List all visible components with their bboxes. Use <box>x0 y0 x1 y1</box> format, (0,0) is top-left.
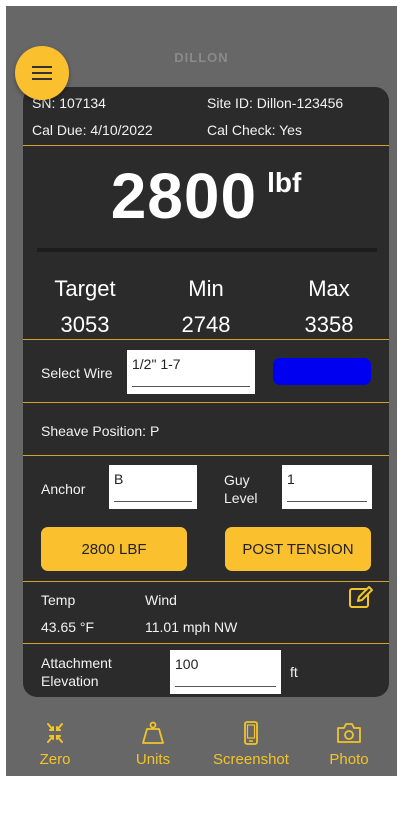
nav-zero-label: Zero <box>39 751 71 768</box>
min-value: 2748 <box>181 312 231 337</box>
max-value: 3358 <box>304 312 354 337</box>
max-label: Max <box>308 276 350 301</box>
cal-check: Cal Check: Yes <box>207 122 302 138</box>
anchor-label: Anchor <box>41 481 86 497</box>
guy-level-label-line2: Level <box>224 490 258 506</box>
anchor-value: B <box>114 471 124 487</box>
site-id: Site ID: Dillon-123456 <box>207 95 344 111</box>
temp-value: 43.65 °F <box>41 619 95 635</box>
nav-photo[interactable]: Photo <box>300 713 398 776</box>
temp-label: Temp <box>41 592 76 608</box>
nav-screenshot[interactable]: Screenshot <box>202 713 300 776</box>
bottom-navigation: Zero Units Screenshot Photo <box>6 713 397 776</box>
divider <box>23 643 389 644</box>
attachment-unit: ft <box>290 664 298 680</box>
phone-screenshot-icon <box>244 721 258 745</box>
field-underline <box>132 386 250 387</box>
zero-icon <box>47 723 63 743</box>
nav-units-label: Units <box>135 751 171 768</box>
camera-icon <box>337 723 361 743</box>
weight-icon <box>142 721 164 744</box>
guy-level-label-line1: Guy <box>224 472 250 488</box>
sheave-position: Sheave Position: P <box>41 423 160 439</box>
post-tension-button[interactable]: POST TENSION <box>225 527 371 571</box>
target-label: Target <box>54 276 116 301</box>
nav-zero[interactable]: Zero <box>6 713 104 776</box>
wire-select-value: 1/2" 1-7 <box>132 356 181 372</box>
hamburger-menu-icon <box>32 66 52 80</box>
edit-weather-button[interactable] <box>348 584 374 610</box>
target-value: 3053 <box>60 312 110 337</box>
menu-button[interactable] <box>15 46 69 100</box>
attachment-label-line1: Attachment <box>41 655 112 671</box>
anchor-input[interactable]: B <box>109 465 197 509</box>
divider <box>23 455 389 456</box>
min-label: Min <box>188 276 224 301</box>
cal-due: Cal Due: 4/10/2022 <box>32 122 153 138</box>
wind-value: 11.01 mph NW <box>145 619 238 635</box>
lbf-button[interactable]: 2800 LBF <box>41 527 187 571</box>
guy-level-input[interactable]: 1 <box>282 465 372 509</box>
nav-screenshot-label: Screenshot <box>213 751 289 768</box>
field-underline <box>175 686 276 687</box>
select-wire-label: Select Wire <box>41 365 113 381</box>
reading-unit: lbf <box>267 167 302 198</box>
divider <box>23 402 389 403</box>
app-screen: DILLON SN: 107134 Site ID: Dillon-123456… <box>6 6 397 776</box>
attachment-elevation-input[interactable]: 100 <box>170 650 281 694</box>
field-underline <box>114 501 192 502</box>
guy-level-value: 1 <box>287 471 295 487</box>
edit-icon <box>349 586 373 608</box>
post-tension-label: POST TENSION <box>242 540 354 558</box>
field-underline <box>287 501 367 502</box>
wire-select[interactable]: 1/2" 1-7 <box>127 350 255 394</box>
attachment-elevation-value: 100 <box>175 656 199 672</box>
lbf-button-label: 2800 LBF <box>81 540 147 558</box>
attachment-label-line2: Elevation <box>41 673 99 689</box>
divider <box>23 145 389 146</box>
reading-separator <box>37 248 377 252</box>
nav-photo-label: Photo <box>329 751 369 768</box>
tension-reading: 2800 lbf <box>23 159 389 233</box>
divider <box>23 339 389 340</box>
nav-units[interactable]: Units <box>104 713 202 776</box>
main-panel: SN: 107134 Site ID: Dillon-123456 Cal Du… <box>23 87 389 697</box>
wind-label: Wind <box>145 592 177 608</box>
divider <box>23 581 389 582</box>
wire-color-swatch[interactable] <box>273 358 371 385</box>
reading-value: 2800 <box>110 160 258 232</box>
